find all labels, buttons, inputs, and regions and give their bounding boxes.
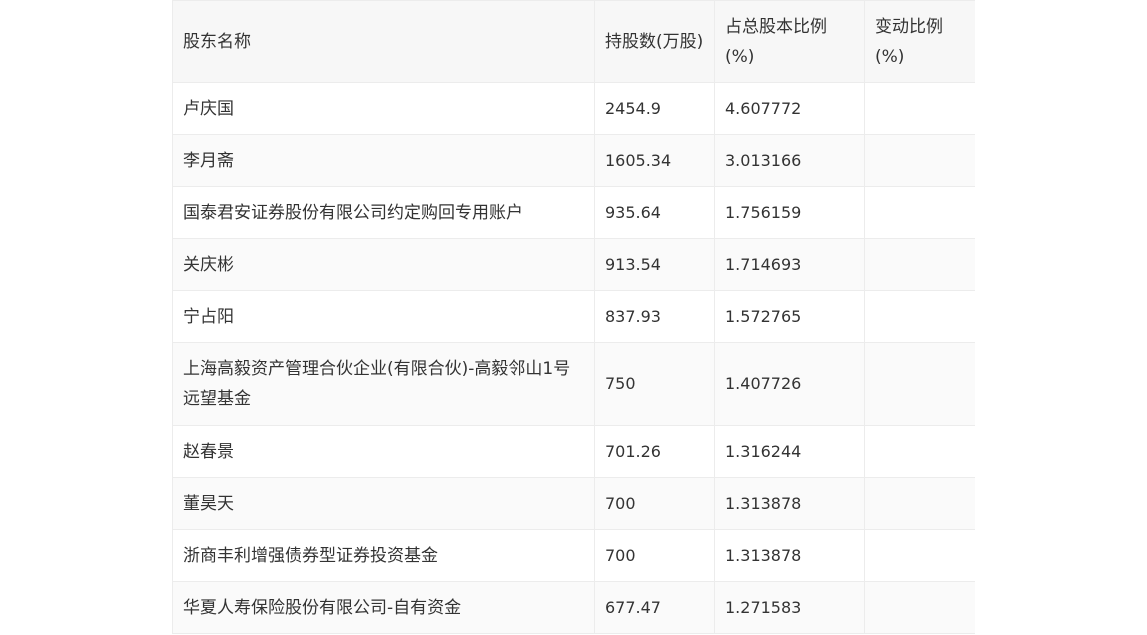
- cell-name: 浙商丰利增强债券型证券投资基金: [172, 529, 595, 582]
- cell-name: 董昊天: [172, 477, 595, 530]
- cell-change: [864, 238, 975, 291]
- cell-name: 宁占阳: [172, 290, 595, 343]
- table-row: 浙商丰利增强债券型证券投资基金 700 1.313878: [172, 529, 975, 582]
- cell-shares: 935.64: [594, 186, 715, 239]
- cell-shares: 700: [594, 477, 715, 530]
- cell-ratio: 1.313878: [714, 477, 865, 530]
- table-row: 卢庆国 2454.9 4.607772: [172, 82, 975, 135]
- table-row: 李月斋 1605.34 3.013166: [172, 134, 975, 187]
- cell-name: 李月斋: [172, 134, 595, 187]
- cell-change: [864, 342, 975, 426]
- cell-name: 上海高毅资产管理合伙企业(有限合伙)-高毅邻山1号远望基金: [172, 342, 595, 426]
- cell-change: [864, 581, 975, 634]
- cell-change: [864, 477, 975, 530]
- column-header-ratio: 占总股本比例(%): [714, 0, 865, 83]
- cell-shares: 837.93: [594, 290, 715, 343]
- cell-shares: 913.54: [594, 238, 715, 291]
- cell-shares: 677.47: [594, 581, 715, 634]
- header-row: 股东名称 持股数(万股) 占总股本比例(%) 变动比例(%): [172, 0, 975, 83]
- cell-shares: 700: [594, 529, 715, 582]
- table-row: 国泰君安证券股份有限公司约定购回专用账户 935.64 1.756159: [172, 186, 975, 239]
- cell-ratio: 1.407726: [714, 342, 865, 426]
- column-header-shares: 持股数(万股): [594, 0, 715, 83]
- cell-ratio: 1.316244: [714, 425, 865, 478]
- cell-name: 关庆彬: [172, 238, 595, 291]
- cell-change: [864, 529, 975, 582]
- table-row: 宁占阳 837.93 1.572765: [172, 290, 975, 343]
- table-row: 赵春景 701.26 1.316244: [172, 425, 975, 478]
- cell-shares: 750: [594, 342, 715, 426]
- shareholder-table: 股东名称 持股数(万股) 占总股本比例(%) 变动比例(%) 卢庆国 2454.…: [172, 0, 975, 634]
- table-body: 卢庆国 2454.9 4.607772 李月斋 1605.34 3.013166…: [172, 82, 975, 634]
- cell-name: 国泰君安证券股份有限公司约定购回专用账户: [172, 186, 595, 239]
- cell-shares: 1605.34: [594, 134, 715, 187]
- table-row: 上海高毅资产管理合伙企业(有限合伙)-高毅邻山1号远望基金 750 1.4077…: [172, 342, 975, 426]
- cell-name: 卢庆国: [172, 82, 595, 135]
- cell-change: [864, 425, 975, 478]
- cell-ratio: 1.756159: [714, 186, 865, 239]
- table-header: 股东名称 持股数(万股) 占总股本比例(%) 变动比例(%): [172, 0, 975, 83]
- table-row: 董昊天 700 1.313878: [172, 477, 975, 530]
- cell-ratio: 1.313878: [714, 529, 865, 582]
- cell-name: 华夏人寿保险股份有限公司-自有资金: [172, 581, 595, 634]
- cell-change: [864, 186, 975, 239]
- column-header-change: 变动比例(%): [864, 0, 975, 83]
- cell-ratio: 4.607772: [714, 82, 865, 135]
- cell-ratio: 3.013166: [714, 134, 865, 187]
- cell-change: [864, 290, 975, 343]
- table-row: 华夏人寿保险股份有限公司-自有资金 677.47 1.271583: [172, 581, 975, 634]
- cell-name: 赵春景: [172, 425, 595, 478]
- cell-ratio: 1.714693: [714, 238, 865, 291]
- cell-ratio: 1.271583: [714, 581, 865, 634]
- cell-shares: 701.26: [594, 425, 715, 478]
- column-header-name: 股东名称: [172, 0, 595, 83]
- cell-change: [864, 134, 975, 187]
- cell-change: [864, 82, 975, 135]
- cell-ratio: 1.572765: [714, 290, 865, 343]
- cell-shares: 2454.9: [594, 82, 715, 135]
- shareholder-table-container: 股东名称 持股数(万股) 占总股本比例(%) 变动比例(%) 卢庆国 2454.…: [172, 0, 975, 635]
- table-row: 关庆彬 913.54 1.714693: [172, 238, 975, 291]
